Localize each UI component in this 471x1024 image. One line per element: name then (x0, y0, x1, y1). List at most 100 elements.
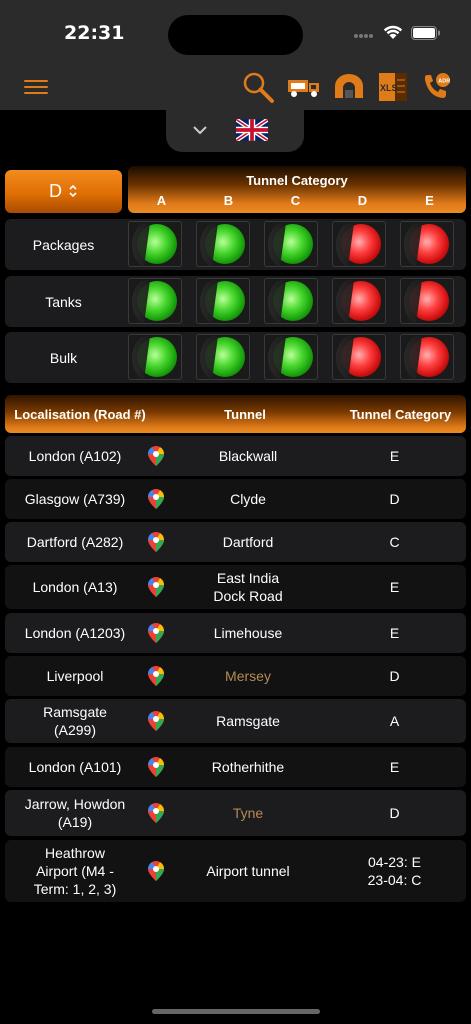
map-pin-icon[interactable] (147, 488, 165, 513)
tunnel-icon[interactable] (333, 74, 365, 105)
tunnel-row[interactable]: London (A13) East India Dock Road E (5, 565, 466, 609)
chevron-updown-icon (68, 184, 78, 200)
tunnel-name: Limehouse (213, 625, 283, 641)
tunnel-location: Dartford (A282) (26, 534, 124, 550)
category-letter-b: B (223, 193, 234, 208)
tunnel-category-value: D (389, 491, 400, 507)
tunnel-location: London (A102) (28, 448, 122, 464)
map-pin-icon[interactable] (147, 665, 165, 690)
category-letter-c: C (290, 193, 301, 208)
tunnel-location: Ramsgate (A299) (43, 704, 107, 738)
tunnel-location: London (A1203) (24, 625, 126, 641)
adr-phone-icon[interactable]: ADR (421, 72, 451, 107)
tunnel-name: Dartford (222, 534, 274, 550)
tunnel-name: East India Dock Road (213, 570, 283, 604)
category-selector-value: D (49, 181, 62, 201)
row-label: Tanks (45, 293, 82, 310)
dynamic-island (168, 15, 303, 55)
tunnel-name: Clyde (230, 491, 266, 507)
traffic-light-green-icon (264, 334, 318, 380)
status-bar: 22:31 (0, 0, 471, 62)
tunnel-location: Glasgow (A739) (24, 491, 126, 507)
map-pin-icon[interactable] (147, 802, 165, 827)
tunnel-category-title: Tunnel Category (246, 173, 348, 188)
search-icon[interactable] (241, 70, 275, 109)
tunnel-row[interactable]: London (A102) Blackwall E (5, 436, 466, 476)
adr-label: ADR (438, 78, 450, 84)
tunnel-category-value: A (389, 713, 400, 729)
traffic-light-red-icon (332, 221, 386, 267)
tunnel-row[interactable]: London (A1203) Limehouse E (5, 613, 466, 653)
light-row-tanks: Tanks (5, 276, 466, 327)
tunnel-category-header: Tunnel Category A B C D E (128, 166, 466, 213)
traffic-light-green-icon (196, 221, 250, 267)
tunnel-location: Heathrow Airport (M4 - Term: 1, 2, 3) (33, 845, 117, 897)
xls-export-icon[interactable]: XLS (377, 71, 409, 108)
header-tunnel: Tunnel (224, 406, 266, 422)
traffic-light-green-icon (264, 221, 318, 267)
category-selector[interactable]: D (5, 170, 122, 213)
menu-icon[interactable] (24, 80, 48, 96)
uk-flag-icon (234, 117, 270, 146)
tunnel-name: Ramsgate (216, 713, 280, 729)
map-pin-icon[interactable] (147, 710, 165, 735)
traffic-light-red-icon (400, 221, 454, 267)
category-letter-e: E (425, 193, 434, 208)
category-letter-a: A (156, 193, 167, 208)
tunnel-location: Liverpool (46, 668, 104, 684)
tunnel-row[interactable]: Ramsgate (A299) Ramsgate A (5, 699, 466, 743)
home-indicator (152, 1009, 320, 1014)
tunnel-table-header: Localisation (Road #) Tunnel Tunnel Cate… (5, 395, 466, 433)
traffic-light-green-icon (128, 278, 182, 324)
xls-label: XLS (380, 83, 398, 93)
traffic-light-red-icon (400, 278, 454, 324)
tunnel-row[interactable]: Heathrow Airport (M4 - Term: 1, 2, 3) Airpo… (5, 840, 466, 902)
header-localisation: Localisation (Road #) (14, 406, 146, 422)
tunnel-category-value: E (389, 579, 400, 595)
header-tunnel-category: Tunnel Category (349, 406, 452, 422)
tunnel-row[interactable]: London (A101) Rotherhithe E (5, 747, 466, 787)
tunnel-row[interactable]: Glasgow (A739) Clyde D (5, 479, 466, 519)
toolbar: XLS ADR (0, 62, 471, 110)
wifi-icon (383, 25, 403, 45)
tunnel-name: Blackwall (218, 448, 278, 464)
light-row-packages: Packages (5, 219, 466, 270)
map-pin-icon[interactable] (147, 756, 165, 781)
traffic-light-red-icon (332, 278, 386, 324)
tunnel-row[interactable]: Dartford (A282) Dartford C (5, 522, 466, 562)
row-label: Bulk (49, 349, 78, 366)
traffic-light-green-icon (264, 278, 318, 324)
map-pin-icon[interactable] (147, 531, 165, 556)
map-pin-icon[interactable] (147, 445, 165, 470)
row-label: Packages (32, 236, 95, 253)
truck-icon[interactable] (287, 76, 321, 103)
map-pin-icon[interactable] (147, 622, 165, 647)
tunnel-name[interactable]: Tyne (173, 790, 323, 836)
battery-icon (411, 25, 441, 45)
traffic-light-green-icon (128, 221, 182, 267)
traffic-light-red-icon (400, 334, 454, 380)
traffic-light-green-icon (196, 334, 250, 380)
tunnel-row[interactable]: Liverpool Mersey D (5, 656, 466, 696)
tunnel-name: Rotherhithe (211, 759, 285, 775)
tunnel-category-value: 04-23: E 23-04: C (367, 854, 422, 888)
status-icons (353, 25, 441, 45)
tunnel-name[interactable]: Mersey (173, 656, 323, 696)
tunnel-category-value: E (389, 759, 400, 775)
tunnel-category-value: C (389, 534, 400, 550)
map-pin-icon[interactable] (147, 860, 165, 885)
tunnel-name: Airport tunnel (206, 863, 290, 879)
language-dropdown[interactable] (166, 108, 304, 152)
tunnel-row[interactable]: Jarrow, Howdon (A19) Tyne D (5, 790, 466, 836)
tunnel-location: London (A101) (28, 759, 122, 775)
traffic-light-green-icon (128, 334, 182, 380)
tunnel-location: Jarrow, Howdon (A19) (24, 796, 126, 830)
status-time: 22:31 (64, 22, 125, 44)
traffic-light-red-icon (332, 334, 386, 380)
tunnel-location: London (A13) (32, 579, 118, 595)
map-pin-icon[interactable] (147, 576, 165, 601)
tunnel-category-value: D (389, 805, 400, 821)
chevron-down-icon (192, 122, 208, 140)
tunnel-category-value: D (389, 668, 400, 684)
category-letter-d: D (357, 193, 368, 208)
